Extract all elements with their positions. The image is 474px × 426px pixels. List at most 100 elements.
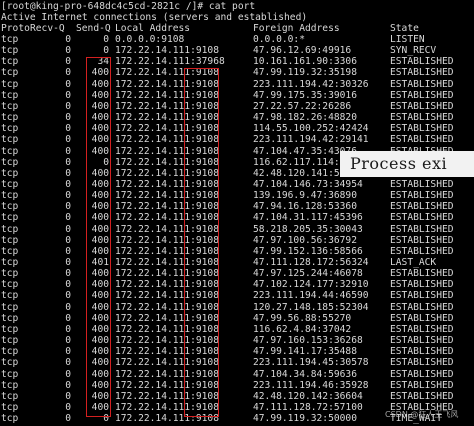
row-proto: tcp xyxy=(1,346,19,358)
row-proto: tcp xyxy=(1,190,19,202)
row-recv-q: 0 xyxy=(65,290,71,302)
row-recv-q: 0 xyxy=(65,190,71,202)
row-foreign-address: 116.62.4.84:37042 xyxy=(253,323,352,335)
row-foreign-address: 47.99.141.17:35488 xyxy=(253,346,357,358)
row-foreign-address: 223.111.194.45:30578 xyxy=(253,357,369,369)
col-send-q: Send-Q xyxy=(76,23,111,34)
row-state: ESTABLISHED xyxy=(390,346,454,358)
row-foreign-address: 116.62.117.114:38 xyxy=(253,156,352,168)
row-proto: tcp xyxy=(1,78,19,90)
row-proto: tcp xyxy=(1,67,19,79)
row-state: ESTABLISHED xyxy=(390,379,454,391)
port-highlight-box xyxy=(184,68,219,417)
row-state: ESTABLISHED xyxy=(390,245,454,257)
row-foreign-address: 223.111.194.42:29141 xyxy=(253,134,369,146)
row-recv-q: 0 xyxy=(65,212,71,224)
row-state: LISTEN xyxy=(390,34,425,45)
row-state: ESTABLISHED xyxy=(390,312,454,324)
row-proto: tcp xyxy=(1,245,19,257)
row-proto: tcp xyxy=(1,145,19,157)
row-recv-q: 0 xyxy=(65,223,71,235)
row-proto: tcp xyxy=(1,178,19,190)
row-foreign-address: 47.102.124.177:32910 xyxy=(253,279,369,291)
row-state: ESTABLISHED xyxy=(390,323,454,335)
row-state: SYN_RECV xyxy=(390,45,437,57)
row-recv-q: 0 xyxy=(65,257,71,268)
row-recv-q: 0 xyxy=(65,112,71,124)
row-foreign-address: 139.196.9.47:36890 xyxy=(253,190,357,202)
row-recv-q: 0 xyxy=(65,268,71,280)
row-state: ESTABLISHED xyxy=(390,89,454,101)
col-state: State xyxy=(390,23,419,34)
row-proto: tcp xyxy=(1,112,19,124)
row-state: ESTABLISHED xyxy=(390,67,454,79)
row-state: ESTABLISHED xyxy=(390,212,454,224)
row-recv-q: 0 xyxy=(65,234,71,246)
row-proto: tcp xyxy=(1,401,19,413)
command-prompt: [root@king-pro-648dc4c5cd-2821c /]# cat … xyxy=(1,1,256,12)
row-proto: tcp xyxy=(1,89,19,101)
row-state: ESTABLISHED xyxy=(390,78,454,90)
row-state: ESTABLISHED xyxy=(390,134,454,146)
row-foreign-address: 47.97.100.56:36792 xyxy=(253,234,357,246)
row-proto: tcp xyxy=(1,223,19,235)
row-proto: tcp xyxy=(1,323,19,335)
col-local-address: Local Address xyxy=(115,23,191,34)
terminal-window[interactable]: [root@king-pro-648dc4c5cd-2821c /]# cat … xyxy=(0,0,474,426)
row-foreign-address: 27.22.57.22:26286 xyxy=(253,100,352,112)
row-recv-q: 0 xyxy=(65,156,71,168)
row-foreign-address: 10.161.161.90:3306 xyxy=(253,56,357,68)
row-state: ESTABLISHED xyxy=(390,268,454,280)
row-recv-q: 0 xyxy=(65,312,71,324)
row-proto: tcp xyxy=(1,279,19,291)
row-proto: tcp xyxy=(1,56,19,68)
row-state: ESTABLISHED xyxy=(390,368,454,380)
column-headers: Proto Recv-Q Send-Q Local Address Foreig… xyxy=(1,23,419,34)
row-proto: tcp xyxy=(1,368,19,380)
row-foreign-address: 47.104.31.117:45396 xyxy=(253,212,363,224)
col-foreign-address: Foreign Address xyxy=(253,23,340,34)
row-proto: tcp xyxy=(1,379,19,391)
row-proto: tcp xyxy=(1,100,19,112)
row-state: LAST_ACK xyxy=(390,257,437,268)
row-proto: tcp xyxy=(1,257,19,268)
row-foreign-address: 47.99.119.32:35198 xyxy=(253,67,357,79)
row-recv-q: 0 xyxy=(65,279,71,291)
row-recv-q: 0 xyxy=(65,401,71,413)
row-proto: tcp xyxy=(1,234,19,246)
row-recv-q: 0 xyxy=(65,100,71,112)
row-recv-q: 0 xyxy=(65,390,71,402)
row-state: ESTABLISHED xyxy=(390,290,454,302)
row-state: ESTABLISHED xyxy=(390,112,454,124)
row-proto: tcp xyxy=(1,301,19,313)
row-foreign-address: 0.0.0.0:* xyxy=(253,34,305,45)
col-recv-q: Recv-Q xyxy=(30,23,65,34)
row-foreign-address: 58.218.205.35:30043 xyxy=(253,223,363,235)
row-send-q: 0 xyxy=(103,45,109,57)
row-recv-q: 0 xyxy=(65,145,71,157)
row-recv-q: 0 xyxy=(65,123,71,135)
row-recv-q: 0 xyxy=(65,323,71,335)
watermark: CSDN @狂人王飞风 xyxy=(385,410,459,419)
row-recv-q: 0 xyxy=(65,379,71,391)
row-proto: tcp xyxy=(1,290,19,302)
row-foreign-address: 47.104.34.84:59636 xyxy=(253,368,357,380)
row-proto: tcp xyxy=(1,390,19,402)
row-recv-q: 0 xyxy=(65,89,71,101)
row-proto: tcp xyxy=(1,123,19,135)
process-exit-overlay: Process exi xyxy=(340,151,474,177)
row-state: ESTABLISHED xyxy=(390,223,454,235)
row-state: ESTABLISHED xyxy=(390,123,454,135)
row-proto: tcp xyxy=(1,268,19,280)
row-state: ESTABLISHED xyxy=(390,279,454,291)
row-foreign-address: 47.99.119.32:50000 xyxy=(253,413,357,425)
row-foreign-address: 47.96.12.69:49916 xyxy=(253,45,352,57)
row-state: ESTABLISHED xyxy=(390,178,454,190)
row-recv-q: 0 xyxy=(65,201,71,213)
row-proto: tcp xyxy=(1,413,19,425)
row-proto: tcp xyxy=(1,212,19,224)
row-proto: tcp xyxy=(1,156,19,168)
row-state: ESTABLISHED xyxy=(390,390,454,402)
row-recv-q: 0 xyxy=(65,67,71,79)
row-foreign-address: 47.97.125.244:46078 xyxy=(253,268,363,280)
